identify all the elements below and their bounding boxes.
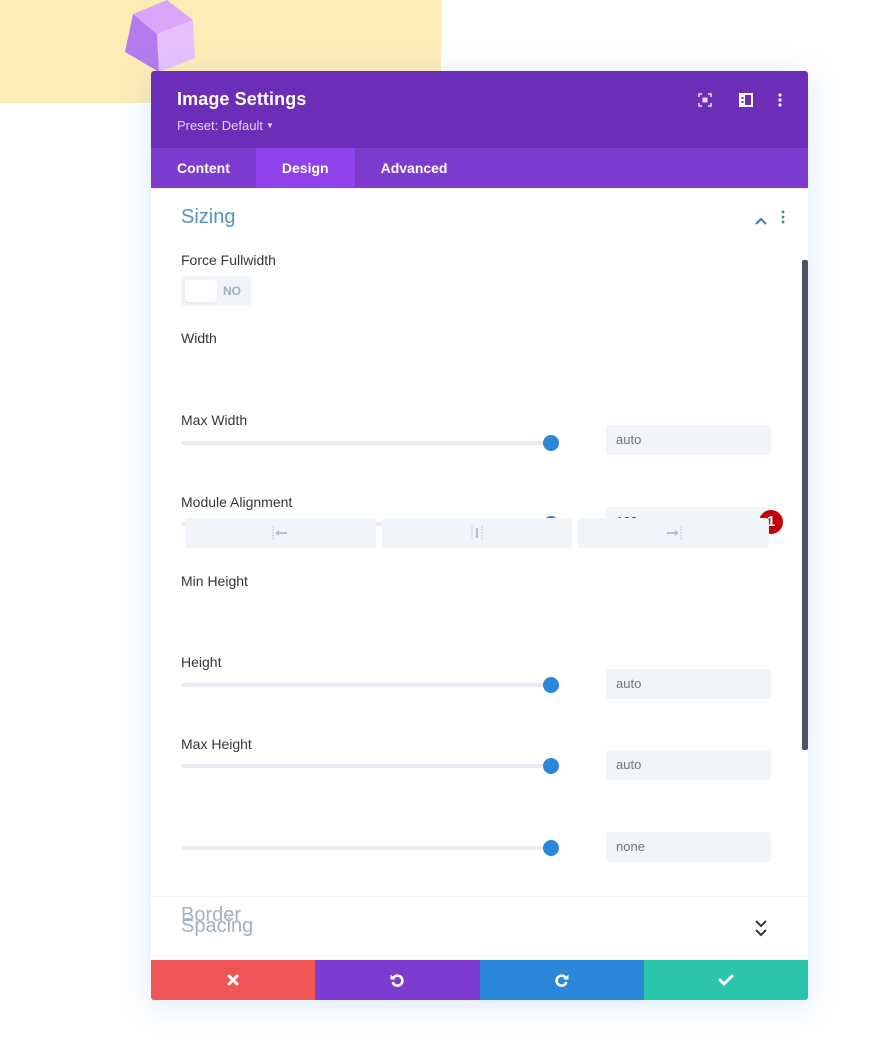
- caret-down-icon: ▼: [266, 121, 274, 130]
- redo-button[interactable]: [479, 960, 644, 1000]
- undo-icon: [390, 974, 405, 987]
- modal-title: Image Settings: [177, 89, 307, 109]
- slider-track: [181, 846, 551, 850]
- max-height-input[interactable]: [606, 832, 771, 862]
- height-slider[interactable]: [181, 758, 559, 774]
- sizing-section-title[interactable]: Sizing: [181, 206, 235, 229]
- align-left-button[interactable]: [185, 518, 376, 548]
- chevron-up-icon[interactable]: [755, 212, 767, 230]
- redo-icon: [554, 974, 569, 987]
- max-width-label: Max Width: [181, 412, 248, 428]
- align-right-button[interactable]: [578, 518, 770, 548]
- close-icon: [227, 974, 239, 986]
- settings-body: Sizing Force Fullwidth NO Width Max Widt…: [151, 188, 808, 960]
- slider-thumb[interactable]: [543, 677, 559, 693]
- tab-advanced[interactable]: Advanced: [355, 148, 474, 188]
- max-height-slider[interactable]: [181, 840, 559, 856]
- cube-decoration-icon: [125, 0, 195, 72]
- section-divider: [151, 955, 808, 956]
- width-slider[interactable]: [181, 435, 559, 451]
- expand-icon[interactable]: [696, 91, 714, 109]
- module-alignment-label: Module Alignment: [181, 494, 293, 510]
- image-settings-modal: Image Settings Preset: Default ▼ Content…: [151, 71, 808, 1000]
- section-more-icon[interactable]: [781, 210, 785, 229]
- undo-button[interactable]: [315, 960, 480, 1000]
- cancel-button[interactable]: [151, 960, 316, 1000]
- slider-track: [181, 683, 551, 687]
- more-vertical-icon[interactable]: [771, 91, 789, 109]
- height-input[interactable]: [606, 750, 771, 780]
- slider-thumb[interactable]: [543, 435, 559, 451]
- align-left-icon: [272, 526, 288, 540]
- toggle-knob: [185, 280, 217, 302]
- module-alignment-group: [185, 518, 770, 548]
- max-height-label: Max Height: [181, 736, 252, 752]
- chevron-down-icon[interactable]: [755, 915, 767, 933]
- slider-track: [181, 441, 551, 445]
- sidebar-layout-icon[interactable]: [737, 91, 755, 109]
- preset-selector[interactable]: Preset: Default ▼: [177, 118, 274, 133]
- align-right-icon: [666, 526, 682, 540]
- modal-footer: [151, 960, 808, 1000]
- height-label: Height: [181, 654, 222, 670]
- tab-content[interactable]: Content: [151, 148, 256, 188]
- check-icon: [718, 974, 734, 986]
- tab-design[interactable]: Design: [255, 148, 355, 188]
- min-height-input[interactable]: [606, 669, 771, 699]
- width-label: Width: [181, 330, 217, 346]
- align-center-icon: [471, 526, 483, 540]
- align-center-button[interactable]: [381, 518, 573, 548]
- tab-bar: Content Design Advanced: [151, 148, 808, 188]
- force-fullwidth-label: Force Fullwidth: [181, 252, 276, 268]
- min-height-label: Min Height: [181, 573, 248, 589]
- border-section-title[interactable]: Border: [181, 904, 241, 927]
- slider-thumb[interactable]: [543, 840, 559, 856]
- save-button[interactable]: [643, 960, 808, 1000]
- width-input[interactable]: [606, 425, 771, 455]
- modal-header: Image Settings Preset: Default ▼: [151, 71, 808, 148]
- slider-track: [181, 764, 551, 768]
- force-fullwidth-toggle[interactable]: NO: [181, 276, 251, 306]
- min-height-slider[interactable]: [181, 677, 559, 693]
- scrollbar[interactable]: [802, 260, 808, 750]
- slider-thumb[interactable]: [543, 758, 559, 774]
- toggle-state-text: NO: [223, 284, 241, 298]
- preset-label: Preset: Default: [177, 118, 263, 133]
- section-divider: [151, 896, 808, 897]
